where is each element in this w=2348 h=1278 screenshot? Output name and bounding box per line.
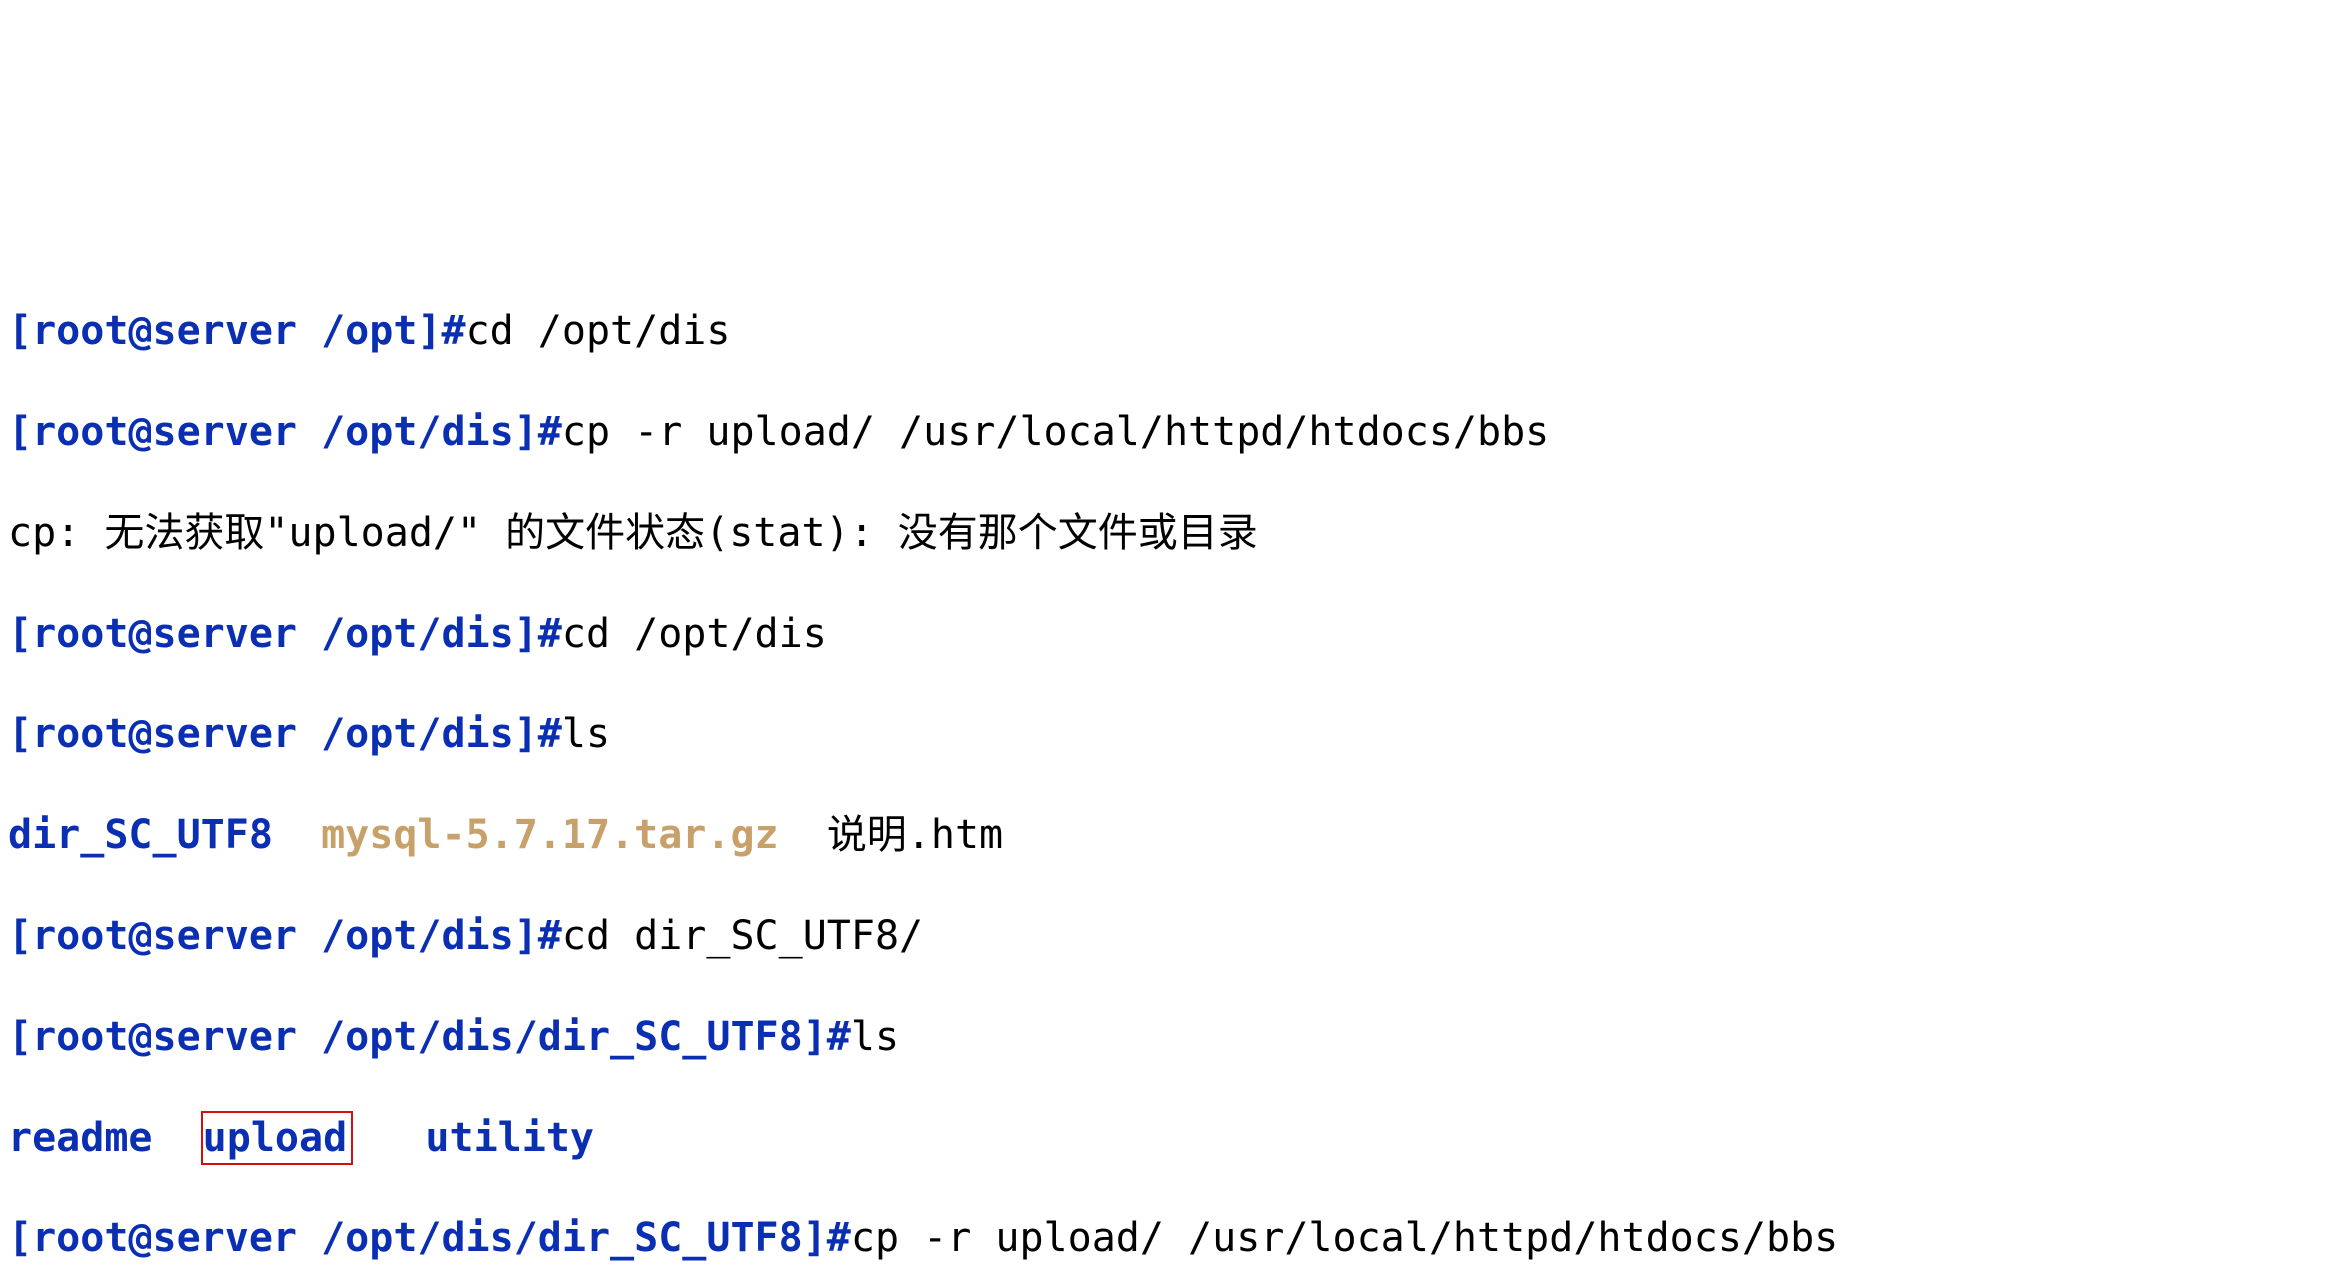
file-name: 说明.htm (827, 812, 1003, 858)
spacer (353, 1115, 425, 1161)
shell-prompt: [root@server /opt/dis]# (8, 409, 562, 455)
terminal-line: [root@server /opt/dis]#cd /opt/dis (8, 609, 2340, 659)
command-text: ls (851, 1014, 899, 1060)
terminal-line: [root@server /opt/dis]#ls (8, 709, 2340, 759)
terminal-line: [root@server /opt]#cd /opt/dis (8, 306, 2340, 356)
command-text: cd /opt/dis (562, 611, 827, 657)
shell-prompt: [root@server /opt]# (8, 308, 466, 354)
directory-name: utility (425, 1115, 594, 1161)
command-text: ls (562, 711, 610, 757)
shell-prompt: [root@server /opt/dis]# (8, 711, 562, 757)
spacer (153, 1115, 201, 1161)
ls-output-line: readme upload utility (8, 1113, 2340, 1163)
spacer (273, 812, 321, 858)
directory-name: upload (203, 1115, 348, 1161)
shell-prompt: [root@server /opt/dis/dir_SC_UTF8]# (8, 1215, 851, 1261)
terminal-line: [root@server /opt/dis/dir_SC_UTF8]#ls (8, 1012, 2340, 1062)
command-text: cd dir_SC_UTF8/ (562, 913, 923, 959)
terminal-line: [root@server /opt/dis/dir_SC_UTF8]#cp -r… (8, 1213, 2340, 1263)
shell-prompt: [root@server /opt/dis]# (8, 913, 562, 959)
terminal-line: [root@server /opt/dis]#cd dir_SC_UTF8/ (8, 911, 2340, 961)
terminal-line: [root@server /opt/dis]#cp -r upload/ /us… (8, 407, 2340, 457)
shell-prompt: [root@server /opt/dis]# (8, 611, 562, 657)
command-text: cp -r upload/ /usr/local/httpd/htdocs/bb… (562, 409, 1549, 455)
terminal-line: cp: 无法获取"upload/" 的文件状态(stat): 没有那个文件或目录 (8, 508, 2340, 558)
error-output: cp: 无法获取"upload/" 的文件状态(stat): 没有那个文件或目录 (8, 510, 1258, 556)
directory-name: dir_SC_UTF8 (8, 812, 273, 858)
archive-name: mysql-5.7.17.tar.gz (321, 812, 779, 858)
command-text: cd /opt/dis (466, 308, 731, 354)
terminal-output[interactable]: [root@server /opt]#cd /opt/dis [root@ser… (0, 252, 2348, 1278)
directory-name: readme (8, 1115, 153, 1161)
command-text: cp -r upload/ /usr/local/httpd/htdocs/bb… (851, 1215, 1838, 1261)
ls-output-line: dir_SC_UTF8 mysql-5.7.17.tar.gz 说明.htm (8, 810, 2340, 860)
highlight-box: upload (201, 1111, 354, 1165)
spacer (779, 812, 827, 858)
shell-prompt: [root@server /opt/dis/dir_SC_UTF8]# (8, 1014, 851, 1060)
